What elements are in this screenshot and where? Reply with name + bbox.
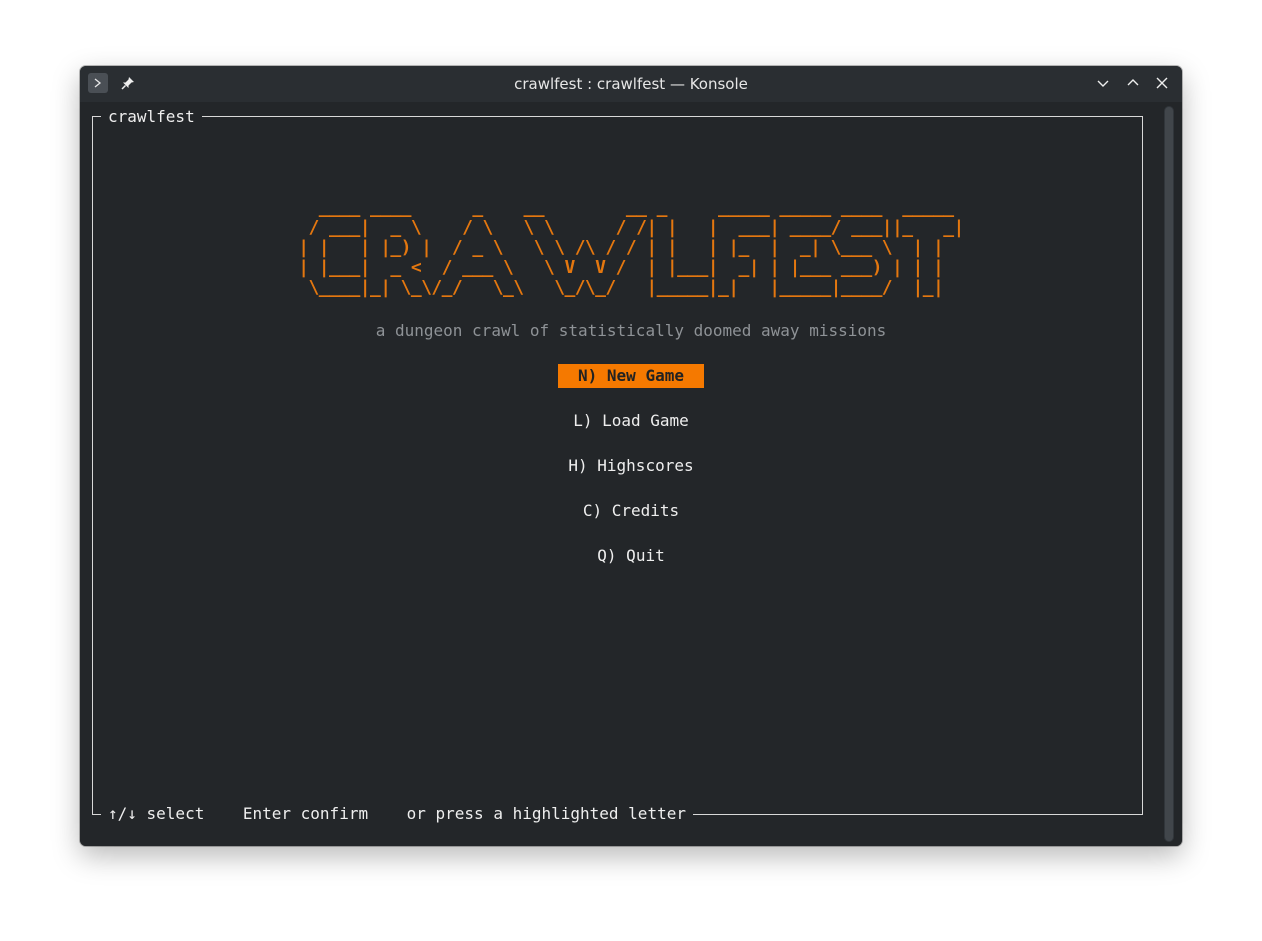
key-hints-footer: ↑/↓ select Enter confirm or press a high… bbox=[101, 804, 693, 824]
menu-item-label: L) Load Game bbox=[573, 411, 689, 430]
menu-item-label: H) Highscores bbox=[568, 456, 694, 475]
konsole-window: crawlfest : crawlfest — Konsole crawlfes… bbox=[80, 66, 1182, 846]
menu-item-label: Q) Quit bbox=[597, 546, 665, 565]
terminal-area[interactable]: crawlfest ↑/↓ select Enter confirm or pr… bbox=[80, 102, 1182, 846]
frame-title: crawlfest bbox=[101, 107, 202, 127]
scrollbar[interactable] bbox=[1164, 106, 1174, 842]
menu-item-new-game[interactable]: N) New Game bbox=[80, 364, 1182, 388]
titlebar[interactable]: crawlfest : crawlfest — Konsole bbox=[80, 66, 1182, 102]
menu-item-highscores[interactable]: H) Highscores bbox=[80, 454, 1182, 478]
menu-item-quit[interactable]: Q) Quit bbox=[80, 544, 1182, 568]
menu-item-load-game[interactable]: L) Load Game bbox=[80, 409, 1182, 433]
menu-item-label: C) Credits bbox=[582, 501, 680, 520]
close-icon[interactable] bbox=[1152, 73, 1172, 93]
chevron-up-icon[interactable] bbox=[1123, 73, 1143, 93]
chevron-down-icon[interactable] bbox=[1093, 73, 1113, 93]
tagline: a dungeon crawl of statistically doomed … bbox=[375, 321, 887, 340]
scrollbar-thumb[interactable] bbox=[1165, 107, 1173, 841]
window-title: crawlfest : crawlfest — Konsole bbox=[514, 75, 748, 93]
menu-item-label: N) New Game bbox=[558, 364, 704, 388]
menu-item-credits[interactable]: C) Credits bbox=[80, 499, 1182, 523]
crawlfest-ascii-logo: ____ ____ _ __ __ _ _____ _____ ____ ___… bbox=[298, 197, 964, 298]
